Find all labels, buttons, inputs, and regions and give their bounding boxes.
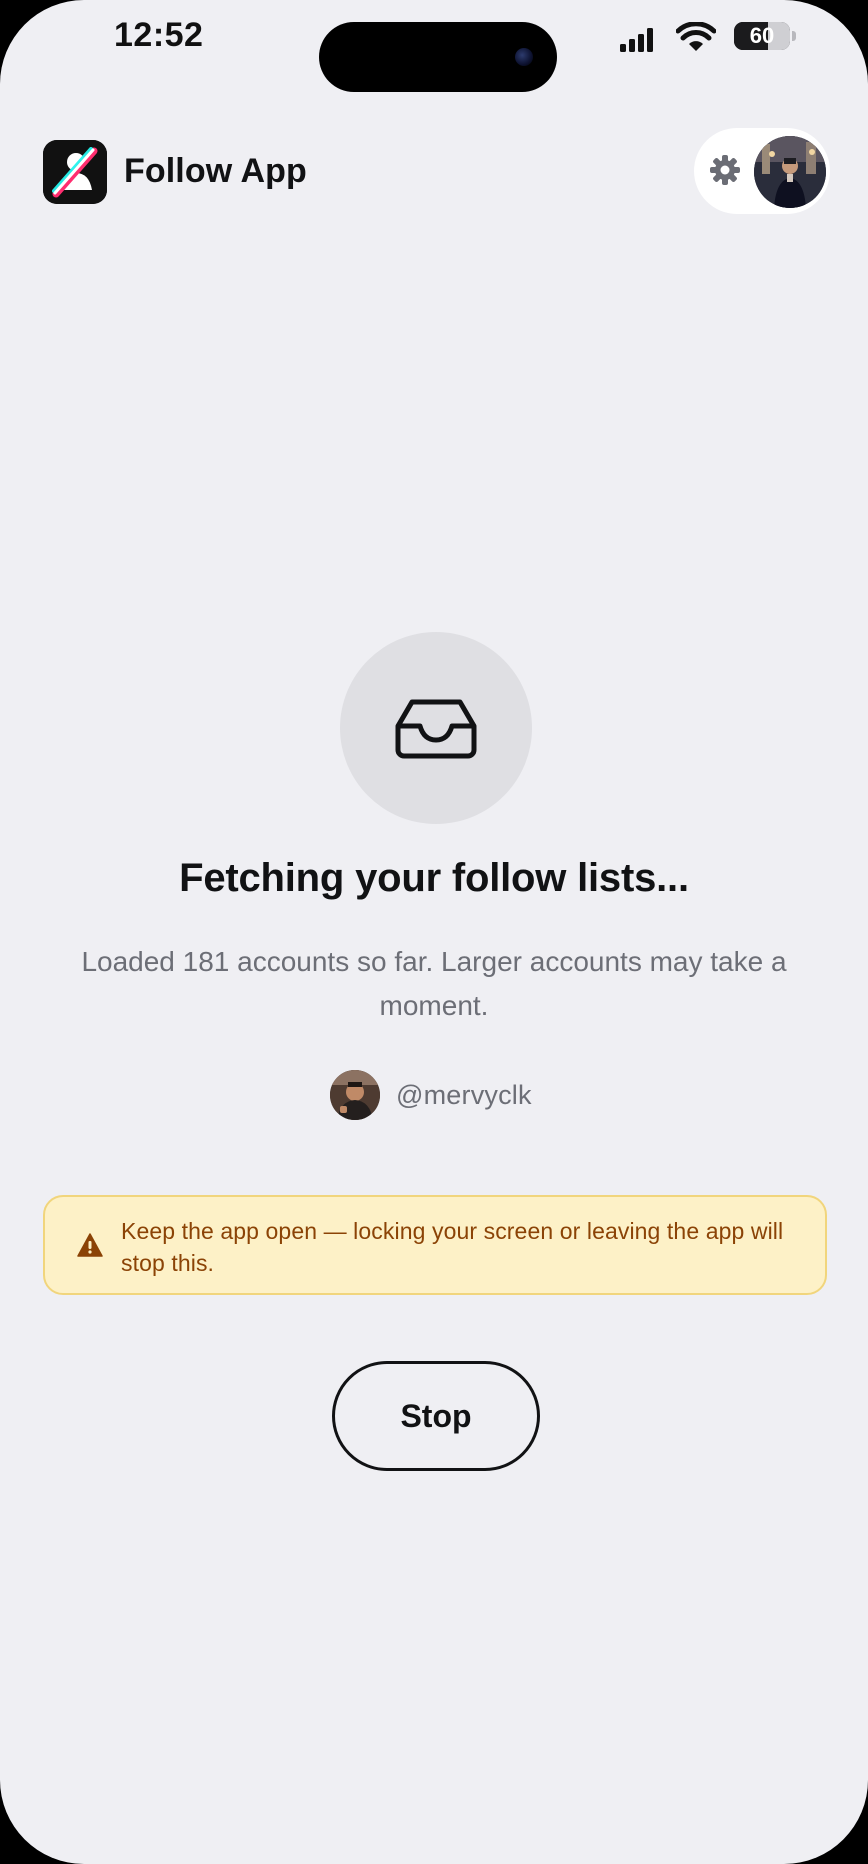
battery-percentage: 60 <box>749 23 775 48</box>
battery-body: 60 <box>734 22 790 50</box>
warning-banner: Keep the app open — locking your screen … <box>43 1195 827 1295</box>
user-avatar <box>330 1070 380 1120</box>
warning-triangle-icon <box>77 1233 103 1257</box>
dynamic-island <box>319 22 557 92</box>
battery-icon: 60 <box>734 20 796 52</box>
user-handle: @mervyclk <box>396 1079 532 1110</box>
status-bar: 12:52 60 <box>0 0 868 92</box>
app-screen: 12:52 60 Follow App Fetching your follow… <box>0 0 868 1864</box>
warning-text: Keep the app open — locking your screen … <box>121 1218 784 1276</box>
inbox-tray-icon <box>395 699 477 759</box>
signal-icon <box>620 28 653 52</box>
settings-button[interactable] <box>703 148 747 192</box>
loading-icon-circle <box>340 632 532 824</box>
device-frame: 12:52 60 Follow App Fetching your follow… <box>0 0 868 1864</box>
gear-icon <box>710 155 740 185</box>
loading-title: Fetching your follow lists... <box>179 856 689 900</box>
profile-avatar[interactable] <box>754 136 826 208</box>
loading-description: Loaded 181 accounts so far. Larger accou… <box>81 946 787 1021</box>
stop-button[interactable]: Stop <box>332 1361 540 1471</box>
app-title: Follow App <box>124 152 307 190</box>
front-camera-icon <box>515 48 533 66</box>
status-time: 12:52 <box>114 16 204 54</box>
current-user-row: @mervyclk <box>330 1070 532 1120</box>
battery-cap <box>792 31 796 41</box>
wifi-icon <box>676 22 716 51</box>
app-logo-icon <box>43 140 107 204</box>
